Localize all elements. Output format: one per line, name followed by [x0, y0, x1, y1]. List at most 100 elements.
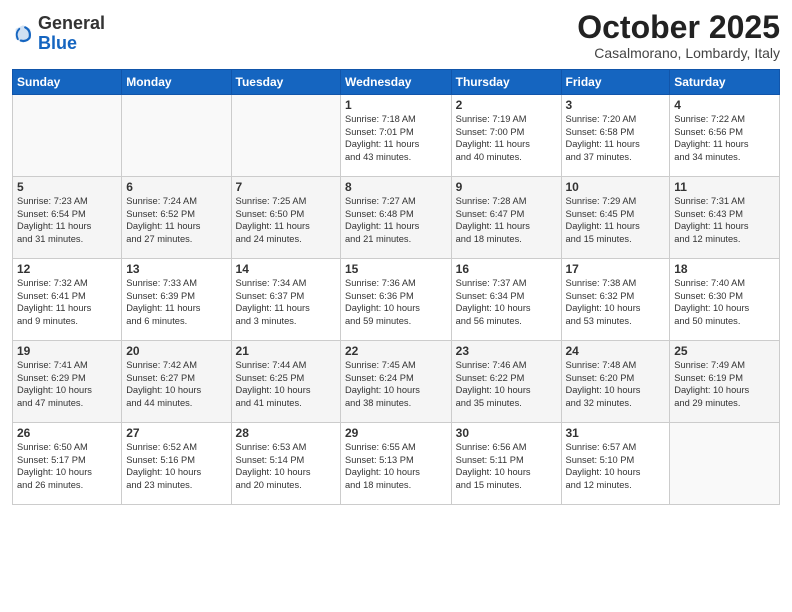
weekday-header-sunday: Sunday — [13, 70, 122, 95]
calendar-cell: 22Sunrise: 7:45 AMSunset: 6:24 PMDayligh… — [341, 341, 452, 423]
day-number: 20 — [126, 344, 226, 358]
day-info: Sunrise: 7:38 AMSunset: 6:32 PMDaylight:… — [566, 277, 666, 327]
day-number: 14 — [236, 262, 336, 276]
day-number: 30 — [456, 426, 557, 440]
calendar-cell: 4Sunrise: 7:22 AMSunset: 6:56 PMDaylight… — [670, 95, 780, 177]
calendar-cell: 15Sunrise: 7:36 AMSunset: 6:36 PMDayligh… — [341, 259, 452, 341]
day-number: 12 — [17, 262, 117, 276]
day-info: Sunrise: 7:31 AMSunset: 6:43 PMDaylight:… — [674, 195, 775, 245]
calendar-cell: 27Sunrise: 6:52 AMSunset: 5:16 PMDayligh… — [122, 423, 231, 505]
calendar-week-row: 1Sunrise: 7:18 AMSunset: 7:01 PMDaylight… — [13, 95, 780, 177]
day-info: Sunrise: 7:41 AMSunset: 6:29 PMDaylight:… — [17, 359, 117, 409]
logo-general: General — [38, 13, 105, 33]
title-block: October 2025 Casalmorano, Lombardy, Ital… — [577, 10, 780, 61]
calendar-cell: 2Sunrise: 7:19 AMSunset: 7:00 PMDaylight… — [451, 95, 561, 177]
day-info: Sunrise: 7:20 AMSunset: 6:58 PMDaylight:… — [566, 113, 666, 163]
calendar: SundayMondayTuesdayWednesdayThursdayFrid… — [12, 69, 780, 505]
day-info: Sunrise: 7:33 AMSunset: 6:39 PMDaylight:… — [126, 277, 226, 327]
logo: General Blue — [12, 14, 105, 54]
weekday-header-wednesday: Wednesday — [341, 70, 452, 95]
calendar-cell: 19Sunrise: 7:41 AMSunset: 6:29 PMDayligh… — [13, 341, 122, 423]
day-number: 19 — [17, 344, 117, 358]
day-number: 1 — [345, 98, 447, 112]
day-info: Sunrise: 7:25 AMSunset: 6:50 PMDaylight:… — [236, 195, 336, 245]
calendar-cell: 17Sunrise: 7:38 AMSunset: 6:32 PMDayligh… — [561, 259, 670, 341]
day-info: Sunrise: 6:57 AMSunset: 5:10 PMDaylight:… — [566, 441, 666, 491]
day-info: Sunrise: 7:24 AMSunset: 6:52 PMDaylight:… — [126, 195, 226, 245]
day-number: 25 — [674, 344, 775, 358]
day-number: 16 — [456, 262, 557, 276]
day-number: 8 — [345, 180, 447, 194]
calendar-cell — [231, 95, 340, 177]
day-info: Sunrise: 6:50 AMSunset: 5:17 PMDaylight:… — [17, 441, 117, 491]
weekday-header-saturday: Saturday — [670, 70, 780, 95]
day-number: 7 — [236, 180, 336, 194]
page-container: General Blue October 2025 Casalmorano, L… — [0, 0, 792, 515]
calendar-cell: 1Sunrise: 7:18 AMSunset: 7:01 PMDaylight… — [341, 95, 452, 177]
calendar-cell: 7Sunrise: 7:25 AMSunset: 6:50 PMDaylight… — [231, 177, 340, 259]
calendar-cell: 23Sunrise: 7:46 AMSunset: 6:22 PMDayligh… — [451, 341, 561, 423]
day-info: Sunrise: 7:27 AMSunset: 6:48 PMDaylight:… — [345, 195, 447, 245]
day-info: Sunrise: 7:32 AMSunset: 6:41 PMDaylight:… — [17, 277, 117, 327]
day-info: Sunrise: 7:29 AMSunset: 6:45 PMDaylight:… — [566, 195, 666, 245]
day-info: Sunrise: 7:42 AMSunset: 6:27 PMDaylight:… — [126, 359, 226, 409]
day-info: Sunrise: 6:55 AMSunset: 5:13 PMDaylight:… — [345, 441, 447, 491]
day-info: Sunrise: 7:18 AMSunset: 7:01 PMDaylight:… — [345, 113, 447, 163]
day-number: 26 — [17, 426, 117, 440]
day-info: Sunrise: 7:36 AMSunset: 6:36 PMDaylight:… — [345, 277, 447, 327]
day-info: Sunrise: 7:45 AMSunset: 6:24 PMDaylight:… — [345, 359, 447, 409]
calendar-cell: 11Sunrise: 7:31 AMSunset: 6:43 PMDayligh… — [670, 177, 780, 259]
weekday-header-thursday: Thursday — [451, 70, 561, 95]
calendar-cell: 21Sunrise: 7:44 AMSunset: 6:25 PMDayligh… — [231, 341, 340, 423]
header: General Blue October 2025 Casalmorano, L… — [12, 10, 780, 61]
day-info: Sunrise: 6:52 AMSunset: 5:16 PMDaylight:… — [126, 441, 226, 491]
day-number: 28 — [236, 426, 336, 440]
calendar-cell — [122, 95, 231, 177]
day-number: 18 — [674, 262, 775, 276]
calendar-cell — [670, 423, 780, 505]
day-info: Sunrise: 7:46 AMSunset: 6:22 PMDaylight:… — [456, 359, 557, 409]
day-number: 10 — [566, 180, 666, 194]
weekday-header-row: SundayMondayTuesdayWednesdayThursdayFrid… — [13, 70, 780, 95]
day-info: Sunrise: 7:37 AMSunset: 6:34 PMDaylight:… — [456, 277, 557, 327]
month-title: October 2025 — [577, 10, 780, 45]
calendar-cell: 14Sunrise: 7:34 AMSunset: 6:37 PMDayligh… — [231, 259, 340, 341]
day-number: 3 — [566, 98, 666, 112]
logo-icon — [12, 23, 34, 45]
calendar-cell: 3Sunrise: 7:20 AMSunset: 6:58 PMDaylight… — [561, 95, 670, 177]
calendar-week-row: 12Sunrise: 7:32 AMSunset: 6:41 PMDayligh… — [13, 259, 780, 341]
weekday-header-monday: Monday — [122, 70, 231, 95]
day-number: 5 — [17, 180, 117, 194]
location: Casalmorano, Lombardy, Italy — [577, 45, 780, 61]
logo-text: General Blue — [38, 14, 105, 54]
day-number: 24 — [566, 344, 666, 358]
day-number: 21 — [236, 344, 336, 358]
calendar-cell: 16Sunrise: 7:37 AMSunset: 6:34 PMDayligh… — [451, 259, 561, 341]
day-info: Sunrise: 7:28 AMSunset: 6:47 PMDaylight:… — [456, 195, 557, 245]
day-info: Sunrise: 7:49 AMSunset: 6:19 PMDaylight:… — [674, 359, 775, 409]
logo-blue: Blue — [38, 33, 77, 53]
calendar-cell: 6Sunrise: 7:24 AMSunset: 6:52 PMDaylight… — [122, 177, 231, 259]
calendar-cell: 8Sunrise: 7:27 AMSunset: 6:48 PMDaylight… — [341, 177, 452, 259]
day-number: 15 — [345, 262, 447, 276]
day-info: Sunrise: 7:44 AMSunset: 6:25 PMDaylight:… — [236, 359, 336, 409]
day-info: Sunrise: 6:53 AMSunset: 5:14 PMDaylight:… — [236, 441, 336, 491]
calendar-week-row: 26Sunrise: 6:50 AMSunset: 5:17 PMDayligh… — [13, 423, 780, 505]
day-number: 9 — [456, 180, 557, 194]
calendar-cell: 5Sunrise: 7:23 AMSunset: 6:54 PMDaylight… — [13, 177, 122, 259]
day-number: 4 — [674, 98, 775, 112]
calendar-cell: 28Sunrise: 6:53 AMSunset: 5:14 PMDayligh… — [231, 423, 340, 505]
day-number: 27 — [126, 426, 226, 440]
calendar-cell: 18Sunrise: 7:40 AMSunset: 6:30 PMDayligh… — [670, 259, 780, 341]
day-info: Sunrise: 7:40 AMSunset: 6:30 PMDaylight:… — [674, 277, 775, 327]
calendar-week-row: 5Sunrise: 7:23 AMSunset: 6:54 PMDaylight… — [13, 177, 780, 259]
weekday-header-friday: Friday — [561, 70, 670, 95]
calendar-week-row: 19Sunrise: 7:41 AMSunset: 6:29 PMDayligh… — [13, 341, 780, 423]
calendar-cell: 25Sunrise: 7:49 AMSunset: 6:19 PMDayligh… — [670, 341, 780, 423]
day-number: 13 — [126, 262, 226, 276]
calendar-cell: 13Sunrise: 7:33 AMSunset: 6:39 PMDayligh… — [122, 259, 231, 341]
day-info: Sunrise: 7:34 AMSunset: 6:37 PMDaylight:… — [236, 277, 336, 327]
day-number: 29 — [345, 426, 447, 440]
calendar-cell — [13, 95, 122, 177]
day-number: 11 — [674, 180, 775, 194]
